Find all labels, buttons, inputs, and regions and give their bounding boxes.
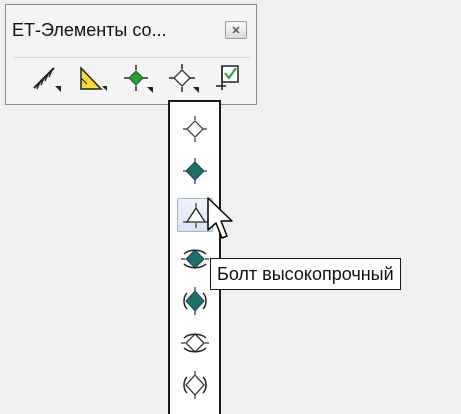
diamond-marker-icon: [169, 64, 199, 93]
checkbox-marker-icon: [216, 65, 239, 90]
tool-weld-seam-button[interactable]: [28, 62, 64, 94]
bolt-outline-icon: [183, 371, 207, 399]
bolt-hidden-icon: [181, 249, 209, 269]
bolt-open-icon: [181, 333, 209, 353]
flyout-item-filled-diamond[interactable]: [177, 154, 213, 188]
flyout-item-bolt-open[interactable]: [177, 326, 213, 360]
flyout-item-bolt-hidden[interactable]: [177, 242, 213, 276]
open-diamond-icon: [183, 116, 207, 142]
flyout-item-bolt-outline[interactable]: [177, 368, 213, 402]
bolt-filled-icon: [183, 287, 207, 315]
tool-cross-marker-button[interactable]: [120, 62, 156, 94]
close-button[interactable]: [225, 21, 247, 39]
flyout-item-bolt-filled[interactable]: [177, 284, 213, 318]
tool-angle-button[interactable]: [74, 62, 110, 94]
flyout-item-open-diamond[interactable]: [177, 112, 213, 146]
weld-seam-icon: [33, 67, 61, 92]
close-icon: [232, 26, 240, 34]
toolbar-window: ЕТ-Элементы со...: [5, 4, 257, 105]
toolbar-buttons: [14, 57, 250, 98]
tool-checkbox-marker-button[interactable]: [212, 62, 248, 94]
toolbar-titlebar[interactable]: ЕТ-Элементы со...: [6, 5, 256, 53]
cross-marker-icon: [124, 65, 153, 93]
toolbar-title: ЕТ-Элементы со...: [12, 20, 167, 40]
mouse-cursor-icon: [207, 197, 233, 239]
filled-diamond-icon: [183, 158, 207, 184]
angle-dimension-icon: [80, 66, 107, 91]
tool-diamond-marker-button[interactable]: [166, 62, 202, 94]
tooltip: Болт высокопрочный: [210, 258, 401, 290]
flyout-menu: [168, 100, 221, 414]
